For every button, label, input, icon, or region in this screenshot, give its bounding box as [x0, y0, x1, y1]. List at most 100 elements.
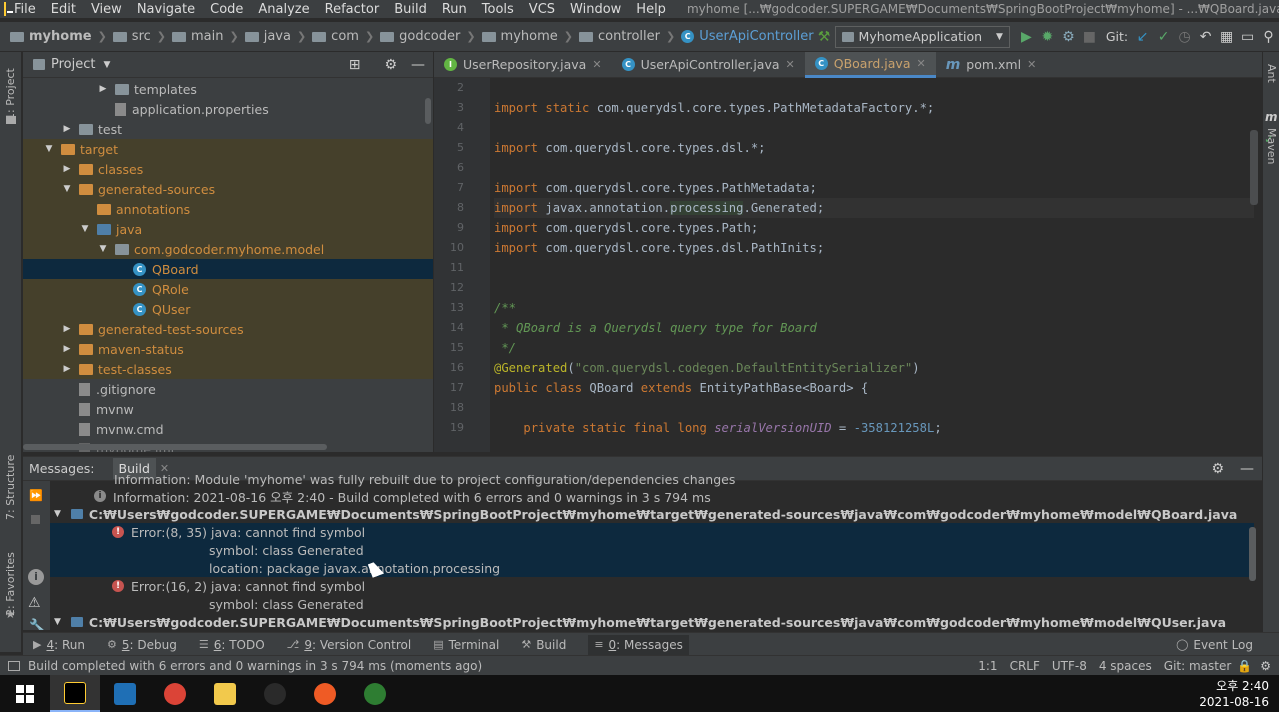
editor-tab[interactable]: C QBoard.java ✕: [804, 52, 936, 78]
tree-item[interactable]: application.properties: [23, 99, 433, 119]
lock-icon[interactable]: 🔒: [1237, 659, 1252, 673]
git-branch[interactable]: Git: master: [1164, 659, 1232, 673]
breadcrumb-item[interactable]: java: [244, 29, 291, 44]
code-line[interactable]: private static final long serialVersionU…: [494, 418, 1254, 438]
tree-item[interactable]: annotations: [23, 199, 433, 219]
project-view-select[interactable]: Project: [51, 57, 95, 72]
tree-item[interactable]: ▼ com.godcoder.myhome.model: [23, 239, 433, 259]
code-line[interactable]: [494, 158, 1254, 178]
clock[interactable]: 오후 2:40 2021-08-16: [1199, 678, 1279, 710]
stop-icon[interactable]: ■: [1079, 26, 1100, 48]
editor-tab[interactable]: I UserRepository.java ✕: [434, 52, 612, 78]
tool-tab-build[interactable]: ⚒ Build: [521, 638, 566, 652]
menu-window[interactable]: Window: [570, 2, 621, 17]
tree-item[interactable]: ▶ maven-status: [23, 339, 433, 359]
message-row[interactable]: i Information: 2021-08-16 오후 2:40 - Build…: [50, 487, 1254, 505]
build-hammer-icon[interactable]: ⚒: [814, 26, 835, 48]
tree-item[interactable]: ▶ generated-test-sources: [23, 319, 433, 339]
tree-item[interactable]: mvnw: [23, 399, 433, 419]
git-update-icon[interactable]: ↙: [1132, 26, 1153, 48]
expand-arrow-icon[interactable]: ▶: [61, 164, 73, 174]
code-area[interactable]: import static com.querydsl.core.types.Pa…: [494, 78, 1254, 438]
message-row[interactable]: ! Error:(16, 2) java: cannot find symbol: [50, 577, 1254, 595]
project-structure-icon[interactable]: ▦: [1216, 26, 1237, 48]
code-line[interactable]: import javax.annotation.processing.Gener…: [494, 198, 1254, 218]
menu-analyze[interactable]: Analyze: [258, 2, 309, 17]
menu-build[interactable]: Build: [394, 2, 427, 17]
editor-tab[interactable]: C UserApiController.java ✕: [612, 52, 805, 78]
breadcrumb-item[interactable]: myhome: [481, 29, 558, 44]
info-filter-icon[interactable]: i: [28, 569, 44, 585]
horizontal-scrollbar[interactable]: [23, 444, 327, 450]
indent-setting[interactable]: 4 spaces: [1099, 659, 1152, 673]
event-log-button[interactable]: ◯ Event Log: [1176, 638, 1253, 652]
breadcrumb-item[interactable]: main: [172, 29, 223, 44]
tree-item[interactable]: ▶ classes: [23, 159, 433, 179]
breadcrumb-item[interactable]: controller: [578, 29, 660, 44]
tree-item[interactable]: ▶ test-classes: [23, 359, 433, 379]
tree-item[interactable]: ▶ test: [23, 119, 433, 139]
ant-tool-tab[interactable]: Ant: [1265, 64, 1278, 104]
code-line[interactable]: [494, 258, 1254, 278]
taskbar-postman[interactable]: [300, 675, 350, 712]
start-button[interactable]: [0, 675, 50, 712]
collapse-all-icon[interactable]: ⊞: [349, 57, 361, 73]
inspector-icon[interactable]: ⚙: [1260, 659, 1271, 673]
tree-item[interactable]: .gitignore: [23, 379, 433, 399]
tool-tab-run[interactable]: ▶ 4: Run: [33, 638, 85, 652]
code-line[interactable]: [494, 118, 1254, 138]
presentation-icon[interactable]: ▭: [1237, 26, 1258, 48]
tool-tab-messages[interactable]: ≡ 0: Messages: [588, 634, 689, 655]
caret-position[interactable]: 1:1: [978, 659, 997, 673]
expand-arrow-icon[interactable]: ▼: [79, 224, 91, 234]
menu-refactor[interactable]: Refactor: [325, 2, 380, 17]
editor-tab[interactable]: m pom.xml ✕: [936, 52, 1047, 78]
menu-navigate[interactable]: Navigate: [137, 2, 195, 17]
breadcrumb-item[interactable]: com: [312, 29, 359, 44]
tool-tab-terminal[interactable]: ▤ Terminal: [433, 638, 499, 652]
project-tool-tab[interactable]: 1: Project: [4, 60, 17, 120]
breadcrumb-item[interactable]: godcoder: [380, 29, 460, 44]
code-line[interactable]: */: [494, 338, 1254, 358]
taskbar-intellij[interactable]: [50, 675, 100, 712]
vertical-scrollbar[interactable]: [425, 98, 431, 124]
message-row[interactable]: ▼ C:₩Users₩godcoder.SUPERGAME₩Documents₩S…: [50, 613, 1254, 630]
expand-arrow-icon[interactable]: ▼: [54, 509, 61, 519]
structure-tool-tab[interactable]: 7: Structure: [4, 450, 17, 520]
tree-item[interactable]: mvnw.cmd: [23, 419, 433, 439]
code-line[interactable]: import static com.querydsl.core.types.Pa…: [494, 98, 1254, 118]
tool-tab-versioncontrol[interactable]: ⎇ 9: Version Control: [287, 638, 412, 652]
message-row[interactable]: ▼ C:₩Users₩godcoder.SUPERGAME₩Documents₩S…: [50, 505, 1254, 523]
expand-arrow-icon[interactable]: ▼: [97, 244, 109, 254]
code-line[interactable]: [494, 398, 1254, 418]
expand-arrow-icon[interactable]: ▶: [97, 84, 109, 94]
taskbar-obs[interactable]: [250, 675, 300, 712]
menu-help[interactable]: Help: [636, 2, 666, 17]
tool-windows-icon[interactable]: [8, 660, 20, 671]
message-row[interactable]: symbol: class Generated: [50, 595, 1254, 613]
menu-tools[interactable]: Tools: [482, 2, 514, 17]
git-commit-icon[interactable]: ✓: [1153, 26, 1174, 48]
expand-arrow-icon[interactable]: ▼: [43, 144, 55, 154]
close-tab-icon[interactable]: ✕: [160, 462, 169, 475]
chevron-down-icon[interactable]: ▼: [103, 60, 110, 70]
breadcrumb-item[interactable]: src: [112, 29, 151, 44]
code-line[interactable]: /**: [494, 298, 1254, 318]
coverage-icon[interactable]: ⚙: [1058, 26, 1079, 48]
debug-icon[interactable]: ✹: [1037, 26, 1058, 48]
menu-edit[interactable]: Edit: [51, 2, 76, 17]
tree-item[interactable]: ▼ generated-sources: [23, 179, 433, 199]
menu-run[interactable]: Run: [442, 2, 467, 17]
tool-tab-debug[interactable]: ⚙ 5: Debug: [107, 638, 177, 652]
code-line[interactable]: import com.querydsl.core.types.dsl.*;: [494, 138, 1254, 158]
search-icon[interactable]: ⚲: [1258, 26, 1279, 48]
code-line[interactable]: import com.querydsl.core.types.dsl.PathI…: [494, 238, 1254, 258]
tool-tab-todo[interactable]: ☰ 6: TODO: [199, 638, 265, 652]
message-row[interactable]: ! Error:(8, 35) java: cannot find symbol: [50, 523, 1254, 541]
menu-code[interactable]: Code: [210, 2, 243, 17]
close-tab-icon[interactable]: ✕: [1027, 58, 1036, 71]
breadcrumb-item[interactable]: C UserApiController: [681, 29, 814, 44]
close-tab-icon[interactable]: ✕: [592, 58, 601, 71]
tree-item[interactable]: C QBoard: [23, 259, 433, 279]
expand-arrow-icon[interactable]: ▶: [61, 344, 73, 354]
